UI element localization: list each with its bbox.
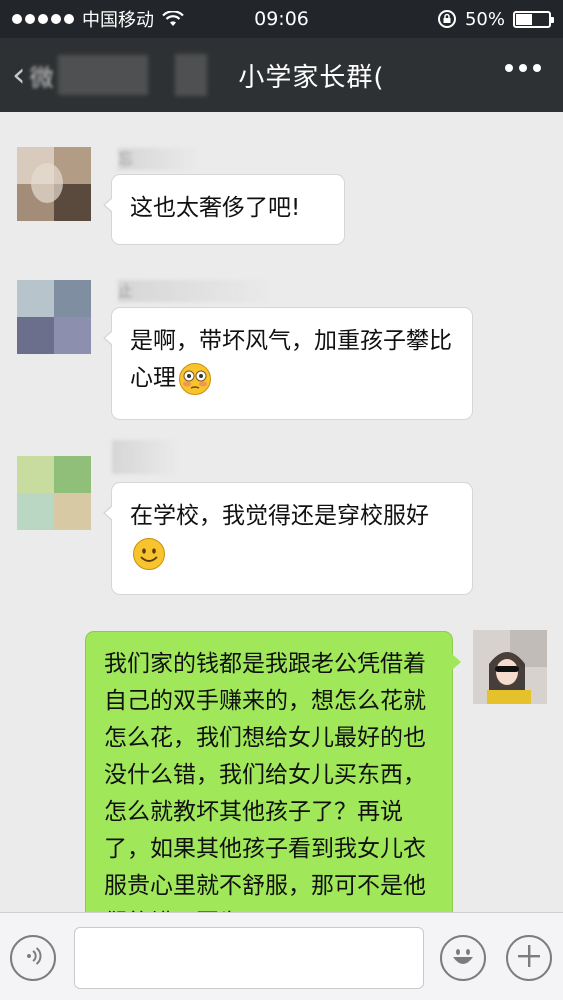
wifi-icon	[162, 11, 184, 27]
message-bubble[interactable]: 我们家的钱都是我跟老公凭借着自己的双手赚来的，想怎么花就怎么花，我们想给女儿最好…	[85, 631, 461, 912]
avatar[interactable]	[17, 147, 91, 221]
chat-header: ‹ 微 小学家长群(	[0, 38, 563, 112]
smiling-face-icon	[132, 537, 166, 571]
flushed-face-icon	[178, 362, 212, 396]
voice-button[interactable]	[10, 935, 56, 981]
status-bar: 中国移动 09:06 50%	[0, 0, 563, 38]
message-list[interactable]: 忘 这也太奢侈了吧! 止 是啊，带坏风气，加重孩子攀比心理 在学校，我觉得还是穿…	[0, 112, 563, 912]
carrier-name: 中国移动	[82, 10, 154, 31]
avatar[interactable]	[17, 280, 91, 354]
message-text: 这也太奢侈了吧!	[130, 195, 301, 221]
avatar[interactable]	[473, 630, 547, 704]
status-left: 中国移动	[12, 6, 184, 32]
battery-percent: 50%	[464, 8, 505, 30]
battery-icon	[513, 10, 554, 28]
back-label: 微	[29, 63, 54, 92]
sender-nickname: 止	[118, 280, 268, 302]
sender-nickname: 忘	[118, 148, 196, 170]
sender-nickname	[112, 440, 176, 474]
blurred-region	[175, 54, 207, 96]
blurred-region	[57, 55, 148, 95]
message-bubble[interactable]: 是啊，带坏风气，加重孩子攀比心理	[103, 307, 473, 420]
message-text: 我们家的钱都是我跟老公凭借着自己的双手赚来的，想怎么花就怎么花，我们想给女儿最好…	[104, 651, 426, 912]
plus-icon	[516, 943, 542, 973]
rotation-lock-icon	[437, 9, 457, 29]
status-time: 09:06	[254, 8, 309, 30]
signal-strength-icon	[12, 14, 74, 24]
chat-title: 小学家长群(	[238, 62, 385, 93]
message-text: 在学校，我觉得还是穿校服好	[130, 503, 429, 529]
input-bar	[0, 912, 563, 1000]
message-input[interactable]	[74, 927, 424, 989]
avatar[interactable]	[17, 456, 91, 530]
back-button[interactable]: ‹ 微	[12, 38, 148, 112]
voice-icon	[21, 944, 45, 972]
plus-button[interactable]	[506, 935, 552, 981]
emoji-button[interactable]	[440, 935, 486, 981]
chevron-left-icon: ‹	[12, 55, 26, 95]
more-icon	[505, 64, 513, 72]
more-button[interactable]	[505, 64, 541, 72]
emoji-icon	[448, 941, 478, 975]
status-right: 50%	[437, 8, 554, 30]
message-bubble[interactable]: 在学校，我觉得还是穿校服好	[103, 482, 473, 595]
message-bubble[interactable]: 这也太奢侈了吧!	[103, 174, 345, 245]
